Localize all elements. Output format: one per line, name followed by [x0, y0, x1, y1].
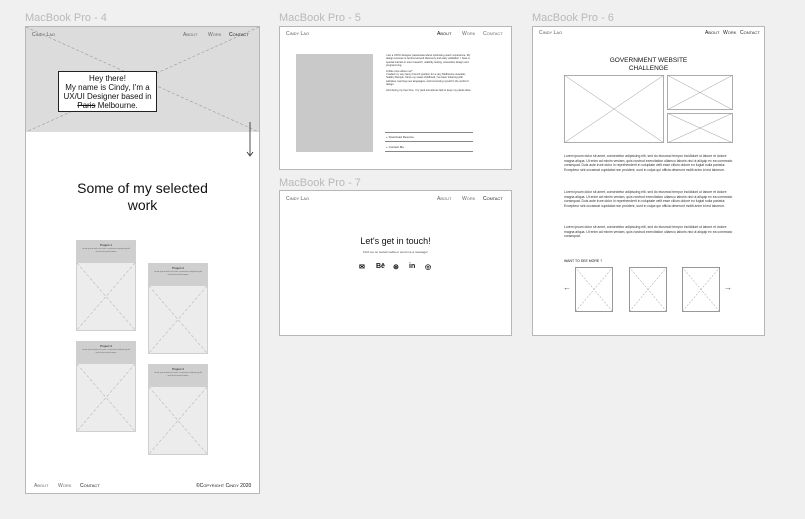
divider: [385, 132, 473, 133]
contact-me-label: Contact Me: [388, 145, 404, 149]
scroll-down-arrow-icon[interactable]: [246, 122, 254, 158]
hero-greeting: Hey there!: [89, 74, 126, 83]
profile-photo-placeholder: [296, 54, 373, 152]
nav-work[interactable]: Work: [462, 196, 475, 202]
project-paragraph: Lorem ipsum dolor sit amet, consectetur …: [564, 154, 733, 172]
contact-title: Let's get in touch!: [360, 236, 431, 246]
frame-title-macbook-7: MacBook Pro - 7: [279, 177, 361, 189]
project-card[interactable]: Project 3 Lorem ipsum dolor sit amet, co…: [76, 341, 136, 432]
mail-icon[interactable]: ✉: [359, 263, 365, 271]
about-text: I am a UX/UI designer passionate about o…: [386, 54, 474, 92]
nav-about[interactable]: About: [437, 31, 451, 37]
card-image-placeholder: [149, 387, 207, 454]
dribbble-icon[interactable]: ⊛: [393, 263, 399, 271]
carousel-thumbnail[interactable]: [682, 267, 720, 312]
project-title-line-1: GOVERNMENT WEBSITE: [609, 57, 688, 64]
about-paragraph: I am a UX/UI designer passionate about o…: [386, 54, 471, 68]
nav-contact[interactable]: Contact: [740, 30, 760, 36]
project-paragraph: Lorem ipsum dolor sit amet, consectetur …: [564, 225, 733, 239]
frame-title-macbook-6: MacBook Pro - 6: [532, 12, 614, 24]
logo[interactable]: Cindy Lao: [286, 31, 309, 37]
nav-about[interactable]: About: [705, 30, 719, 36]
project-image-main-placeholder: [564, 75, 664, 143]
project-card[interactable]: Project 2 Lorem ipsum dolor sit amet, co…: [148, 263, 208, 354]
nav-work[interactable]: Work: [208, 32, 221, 38]
nav-work[interactable]: Work: [462, 31, 475, 37]
divider: [385, 151, 473, 152]
see-more-heading: WANT TO SEE MORE ?: [564, 259, 603, 263]
download-resume-label: Download Resume: [388, 135, 414, 139]
card-title: Project 3: [100, 344, 112, 348]
project-paragraph: Lorem ipsum dolor sit amet, consectetur …: [564, 190, 733, 208]
section-title-line-1: Some of my selected: [77, 180, 208, 196]
linkedin-icon[interactable]: in: [409, 263, 415, 270]
card-text: Lorem ipsum dolor sit amet, consectetur …: [81, 248, 131, 253]
about-paragraph: I traded my very fancy French position f…: [386, 73, 469, 87]
nav-about[interactable]: About: [183, 32, 197, 38]
card-text: Lorem ipsum dolor sit amet, consectetur …: [153, 271, 203, 276]
project-card[interactable]: Project 4 Lorem ipsum dolor sit amet, co…: [148, 364, 208, 455]
hero-role-line: UX/UI Designer based in: [63, 92, 152, 101]
copyright-text: ©Copyright Cindy 2020: [196, 483, 252, 489]
hero-banner: Cindy Lao About Work Contact Hey there! …: [26, 27, 259, 157]
card-title: Project 1: [100, 243, 112, 247]
frame-project: Cindy Lao About Work Contact GOVERNMENT …: [532, 26, 765, 336]
carousel-prev-arrow-icon[interactable]: ←: [563, 283, 571, 292]
card-image-placeholder: [77, 263, 135, 330]
card-image-placeholder: [77, 364, 135, 431]
card-image-placeholder: [149, 286, 207, 353]
project-card[interactable]: Project 1 Lorem ipsum dolor sit amet, co…: [76, 240, 136, 331]
download-resume-link[interactable]: + Download Resume: [386, 135, 414, 139]
carousel-thumbnail[interactable]: [629, 267, 667, 312]
project-image-placeholder: [667, 113, 733, 143]
project-title: GOVERNMENT WEBSITE CHALLENGE: [533, 57, 764, 73]
hero-location-line: Paris Melbourne.: [59, 101, 156, 110]
carousel-next-arrow-icon[interactable]: →: [724, 283, 732, 292]
frame-home: Cindy Lao About Work Contact Hey there! …: [25, 26, 260, 494]
carousel-thumbnail[interactable]: [575, 267, 613, 312]
hero-city: Melbourne.: [97, 101, 138, 110]
frame-about: Cindy Lao About Work Contact I am a UX/U…: [279, 26, 512, 170]
footer-about-link[interactable]: About: [34, 483, 48, 489]
frame-contact: Cindy Lao About Work Contact Let's get i…: [279, 190, 512, 336]
nav-contact[interactable]: Contact: [483, 31, 503, 37]
frame-title-macbook-5: MacBook Pro - 5: [279, 12, 361, 24]
card-text: Lorem ipsum dolor sit amet, consectetur …: [81, 349, 131, 354]
frame-title-macbook-4: MacBook Pro - 4: [25, 12, 107, 24]
contact-subtitle: Find me on social media or send me a mes…: [363, 250, 428, 254]
nav-contact[interactable]: Contact: [483, 196, 503, 202]
project-title-line-2: CHALLENGE: [628, 65, 669, 72]
about-paragraph: And during my free time, I try (and some…: [386, 88, 472, 92]
card-text: Lorem ipsum dolor sit amet, consectetur …: [153, 372, 203, 377]
instagram-icon[interactable]: ◎: [425, 263, 431, 271]
section-title-line-2: work: [127, 197, 158, 213]
footer-contact-link[interactable]: Contact: [80, 483, 100, 489]
nav-about[interactable]: About: [437, 196, 451, 202]
divider: [385, 141, 473, 142]
project-image-placeholder: [667, 75, 733, 110]
logo[interactable]: Cindy Lao: [286, 196, 309, 202]
footer-work-link[interactable]: Work: [58, 483, 71, 489]
section-title: Some of my selected work: [26, 180, 259, 214]
nav-work[interactable]: Work: [723, 30, 736, 36]
logo[interactable]: Cindy Lao: [539, 30, 562, 36]
behance-icon[interactable]: Bē: [376, 263, 385, 270]
hero-intro-box: Hey there! My name is Cindy, I'm a UX/UI…: [58, 71, 157, 112]
logo[interactable]: Cindy Lao: [32, 32, 55, 38]
hero-struck-city: Paris: [77, 101, 96, 110]
hero-intro-line: My name is Cindy, I'm a: [65, 83, 150, 92]
contact-me-link[interactable]: + Contact Me: [386, 145, 404, 149]
card-title: Project 4: [172, 367, 184, 371]
card-title: Project 2: [172, 266, 184, 270]
nav-contact[interactable]: Contact: [229, 32, 249, 38]
